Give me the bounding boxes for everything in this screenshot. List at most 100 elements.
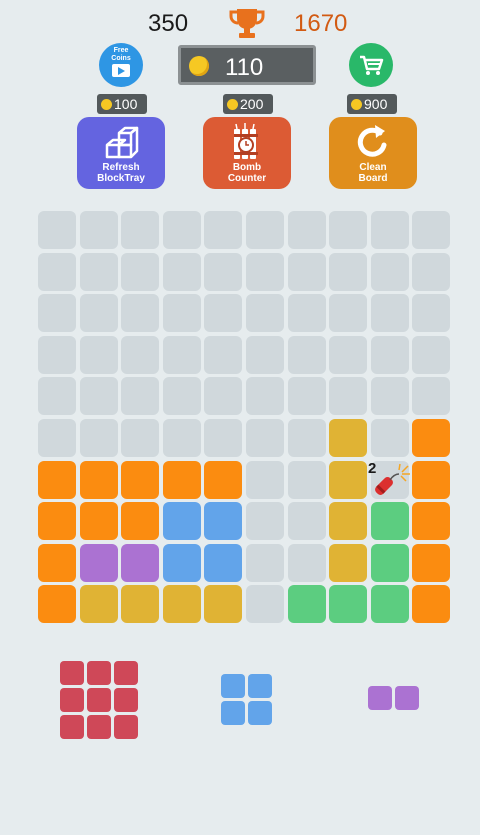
bomb-counter-button[interactable]: Bomb Counter [203,117,291,189]
board-cell-empty[interactable] [79,419,118,457]
board-cell-empty[interactable] [370,252,409,291]
board-cell-empty[interactable] [38,377,76,416]
board-cell-empty[interactable] [121,211,160,249]
board-cell-filled[interactable] [329,585,368,624]
board-cell-empty[interactable] [412,211,451,249]
board-cell-empty[interactable] [162,419,201,457]
board-cell-empty[interactable] [204,211,243,249]
board-cell-empty[interactable] [412,252,451,291]
board-cell-empty[interactable] [287,502,326,541]
board-cell-filled[interactable] [287,585,326,624]
board-cell-filled[interactable] [329,460,368,499]
board-cell-filled[interactable] [162,502,201,541]
board-cell-empty[interactable] [38,419,76,457]
board-cell-filled[interactable] [121,502,160,541]
board-cell-filled[interactable] [79,460,118,499]
board-cell-empty[interactable] [287,294,326,333]
board-cell-empty[interactable] [329,211,368,249]
game-board[interactable] [38,211,453,626]
board-cell-filled[interactable] [204,460,243,499]
tray-piece-blue-square[interactable] [221,674,272,725]
board-cell-filled[interactable] [204,543,243,582]
board-cell-empty[interactable] [38,335,76,374]
board-cell-filled[interactable] [412,502,451,541]
board-cell-filled[interactable] [79,585,118,624]
board-cell-filled[interactable] [412,419,451,457]
board-cell-empty[interactable] [329,377,368,416]
board-cell-empty[interactable] [287,335,326,374]
shop-button[interactable] [349,43,393,87]
board-cell-empty[interactable] [370,211,409,249]
board-cell-empty[interactable] [121,419,160,457]
board-cell-filled[interactable] [412,543,451,582]
board-cell-empty[interactable] [38,211,76,249]
board-cell-empty[interactable] [287,377,326,416]
board-cell-empty[interactable] [79,377,118,416]
board-cell-empty[interactable] [204,294,243,333]
board-cell-empty[interactable] [287,252,326,291]
board-cell-empty[interactable] [246,335,284,374]
board-cell-empty[interactable] [370,335,409,374]
board-cell-filled[interactable] [329,419,368,457]
board-cell-empty[interactable] [370,377,409,416]
board-cell-filled[interactable] [121,543,160,582]
board-cell-filled[interactable] [370,585,409,624]
board-cell-empty[interactable] [204,419,243,457]
board-cell-empty[interactable] [38,252,76,291]
board-cell-empty[interactable] [121,294,160,333]
board-cell-empty[interactable] [246,252,284,291]
free-coins-button[interactable]: Free Coins [99,43,143,87]
board-cell-empty[interactable] [287,460,326,499]
board-cell-empty[interactable] [246,585,284,624]
tray-piece-purple-bar[interactable] [368,686,419,711]
board-cell-empty[interactable] [246,294,284,333]
clean-board-button[interactable]: Clean Board [329,117,417,189]
board-cell-empty[interactable] [246,460,284,499]
board-cell-empty[interactable] [204,252,243,291]
tray-piece-red-square[interactable] [60,661,138,739]
board-cell-empty[interactable] [246,502,284,541]
board-cell-empty[interactable] [412,377,451,416]
board-cell-filled[interactable] [38,502,76,541]
board-cell-empty[interactable] [121,377,160,416]
board-cell-empty[interactable] [162,335,201,374]
board-cell-filled[interactable] [38,543,76,582]
board-cell-filled[interactable] [329,543,368,582]
board-cell-empty[interactable] [162,294,201,333]
board-cell-empty[interactable] [329,335,368,374]
board-cell-empty[interactable] [287,543,326,582]
board-cell-empty[interactable] [246,211,284,249]
board-cell-filled[interactable] [79,502,118,541]
board-cell-empty[interactable] [162,211,201,249]
board-cell-filled[interactable] [370,543,409,582]
board-cell-filled[interactable] [370,502,409,541]
board-cell-filled[interactable] [121,585,160,624]
board-cell-empty[interactable] [162,377,201,416]
board-cell-empty[interactable] [329,294,368,333]
board-cell-empty[interactable] [246,419,284,457]
board-cell-filled[interactable] [162,543,201,582]
board-cell-empty[interactable] [246,543,284,582]
board-cell-empty[interactable] [412,335,451,374]
board-cell-filled[interactable] [162,460,201,499]
board-cell-empty[interactable] [412,294,451,333]
board-cell-filled[interactable] [38,460,76,499]
board-cell-empty[interactable] [287,419,326,457]
board-cell-empty[interactable] [79,294,118,333]
board-cell-empty[interactable] [38,294,76,333]
board-cell-empty[interactable] [204,335,243,374]
board-cell-empty[interactable] [329,252,368,291]
board-cell-filled[interactable] [204,585,243,624]
board-cell-filled[interactable] [412,460,451,499]
board-cell-filled[interactable] [329,502,368,541]
board-cell-empty[interactable] [287,211,326,249]
board-cell-empty[interactable] [370,294,409,333]
board-cell-empty[interactable] [162,252,201,291]
board-cell-empty[interactable] [246,377,284,416]
board-cell-empty[interactable] [370,419,409,457]
board-cell-empty[interactable] [79,211,118,249]
refresh-blocktray-button[interactable]: Refresh BlockTray [77,117,165,189]
board-cell-filled[interactable] [79,543,118,582]
board-cell-empty[interactable] [79,335,118,374]
board-cell-filled[interactable] [121,460,160,499]
